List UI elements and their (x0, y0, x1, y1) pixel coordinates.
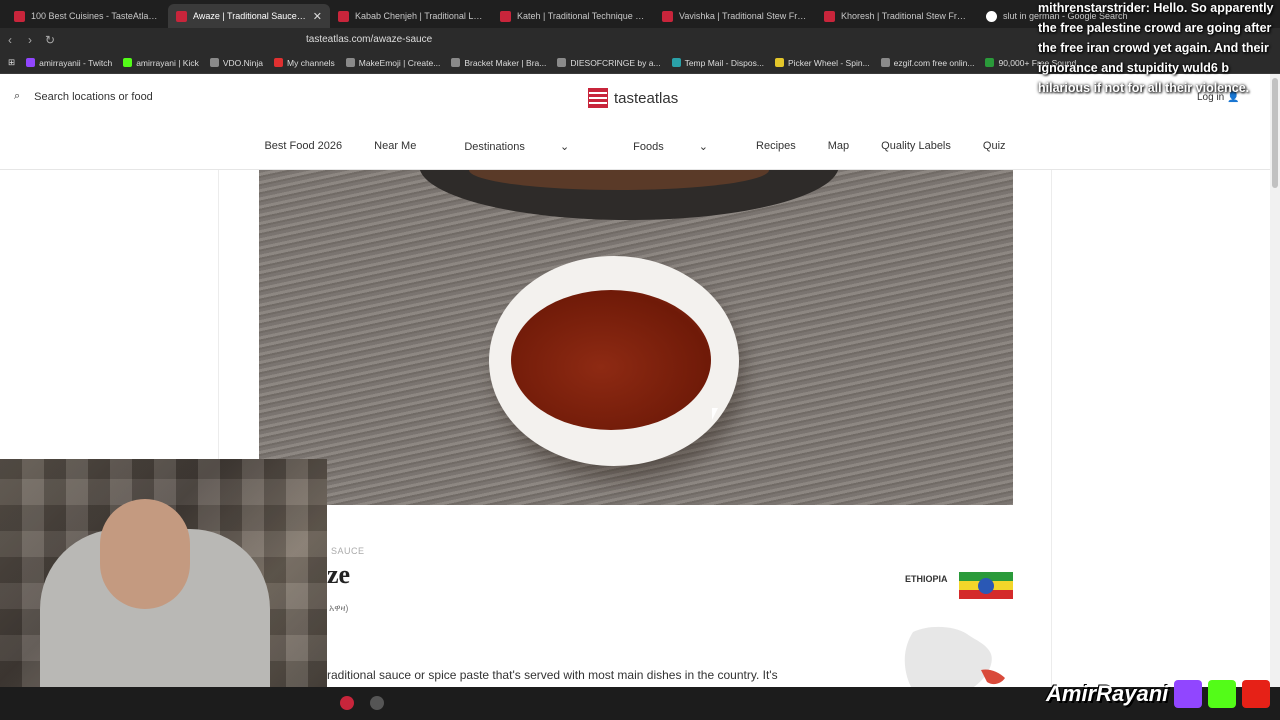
tasteatlas-favicon-icon (14, 10, 25, 22)
youtube-icon (274, 58, 284, 67)
nav-item-near-me[interactable]: Near Me (374, 140, 416, 153)
tab-title: Awaze | Traditional Sauce From (193, 11, 307, 21)
search-icon[interactable]: ⌕ (14, 90, 20, 103)
youtube-icon (1242, 680, 1271, 708)
bookmark-icon (985, 58, 995, 67)
close-tab-icon[interactable]: ✕ (313, 10, 322, 23)
kick-icon (123, 58, 133, 67)
site-logo[interactable]: tasteatlas (588, 88, 678, 108)
nav-item-quality-labels[interactable]: Quality Labels (881, 140, 951, 153)
bookmark-label: MakeEmoji | Create... (358, 57, 441, 68)
reload-icon[interactable]: ↻ (40, 33, 60, 47)
dish-description: raditional sauce or spice paste that's s… (327, 668, 778, 682)
main-nav: Best Food 2026 Near Me Destinations ⌄ Fo… (0, 140, 1270, 153)
bookmark-item[interactable]: DIESOFCRINGE by a... (557, 57, 661, 68)
url-field[interactable]: tasteatlas.com/awaze-sauce (276, 31, 996, 49)
tab-title: Kateh | Traditional Technique From G (517, 11, 646, 21)
bookmark-label: VDO.Ninja (222, 57, 264, 68)
dish-native-name: አዋዛ) (329, 603, 349, 613)
page-scrollbar[interactable] (1270, 74, 1280, 687)
tab-title: 100 Best Cuisines - TasteAtlas Award (31, 11, 160, 21)
google-favicon-icon (986, 10, 997, 22)
pin-icon[interactable] (340, 696, 354, 710)
apps-icon[interactable]: ⊞ (8, 57, 15, 68)
bookmark-item[interactable]: Picker Wheel - Spin... (774, 57, 870, 68)
bookmark-icon (209, 58, 219, 67)
nav-item-foods[interactable]: Foods ⌄ (617, 140, 724, 153)
tab-title: Vavishka | Traditional Stew From Gila (679, 11, 808, 21)
site-search[interactable]: ⌕ Search locations or food (14, 90, 153, 103)
nav-item-recipes[interactable]: Recipes (756, 140, 796, 153)
bookmark-label: ezgif.com free onlin... (893, 57, 975, 68)
bookmark-item[interactable]: Bracket Maker | Bra... (451, 58, 546, 68)
bookmark-label: My channels (287, 57, 335, 68)
bookmark-icon (345, 58, 355, 67)
dish-category: SAUCE (331, 546, 365, 556)
tab-title: Kabab Chenjeh | Traditional Lamb Di (355, 11, 484, 21)
bookmark-label: Picker Wheel - Spin... (787, 57, 870, 68)
dish-title: ze (327, 560, 351, 589)
bookmark-item[interactable]: My channels (274, 58, 335, 68)
bookmark-icon (451, 58, 461, 67)
twitch-icon (26, 58, 36, 67)
bookmark-label: amirrayani | Kick (136, 57, 199, 68)
bookmark-label: amirrayanii - Twitch (39, 57, 113, 68)
bookmark-icon (557, 58, 567, 67)
nav-item-destinations[interactable]: Destinations ⌄ (448, 140, 585, 153)
tasteatlas-favicon-icon (338, 10, 349, 22)
dish-country[interactable]: ETHIOPIA (905, 574, 948, 584)
bookmark-icon (880, 58, 890, 67)
logo-text: tasteatlas (614, 89, 679, 107)
nav-item-map[interactable]: Map (828, 140, 849, 153)
africa-map-icon[interactable] (895, 624, 1015, 687)
bookmark-label: Bracket Maker | Bra... (464, 57, 547, 68)
twitch-icon (1174, 680, 1203, 708)
tab-title: Khoresh | Traditional Stew From Iran (841, 11, 970, 21)
tasteatlas-favicon-icon (176, 10, 187, 22)
bookmark-icon (774, 58, 784, 67)
forward-icon[interactable]: › (20, 33, 40, 47)
chevron-down-icon: ⌄ (698, 141, 709, 153)
webcam-overlay (0, 459, 327, 687)
nav-label: Foods (633, 141, 664, 153)
bookmark-item[interactable]: ezgif.com free onlin... (880, 57, 975, 68)
mouse-cursor-icon (712, 408, 718, 420)
sauce-shape (511, 290, 711, 430)
bookmark-label: Temp Mail - Dispos... (684, 57, 764, 68)
dish-content: SAUCE ze አዋዛ) raditional sauce or spice … (218, 170, 1052, 687)
bookmark-item[interactable]: amirrayani | Kick (123, 58, 199, 68)
nav-item-best-food[interactable]: Best Food 2026 (264, 140, 342, 153)
bookmark-item[interactable]: Temp Mail - Dispos... (671, 57, 764, 68)
browser-tab[interactable]: Kateh | Traditional Technique From G (492, 4, 654, 28)
bookmark-item[interactable]: VDO.Ninja (209, 57, 264, 68)
browser-tab[interactable]: Vavishka | Traditional Stew From Gila (654, 4, 816, 28)
browser-tab-active[interactable]: Awaze | Traditional Sauce From ✕ (168, 4, 330, 28)
nav-label: Destinations (464, 141, 525, 153)
bookmark-item[interactable]: MakeEmoji | Create... (345, 57, 441, 68)
browser-tab[interactable]: 100 Best Cuisines - TasteAtlas Award (6, 4, 168, 28)
chat-username: mithrenstarstrider (1038, 1, 1146, 15)
brand-name: AmirRayani (1046, 681, 1169, 706)
bookmark-icon (671, 58, 681, 67)
browser-tab[interactable]: Kabab Chenjeh | Traditional Lamb Di (330, 4, 492, 28)
nav-item-quiz[interactable]: Quiz (983, 140, 1006, 153)
chat-message: : Hello. So apparently the free palestin… (1038, 1, 1274, 95)
ethiopia-flag-icon[interactable] (959, 572, 1013, 599)
streamer-brand: AmirRayani (1046, 680, 1271, 708)
bookmark-label: DIESOFCRINGE by a... (570, 57, 661, 68)
back-icon[interactable]: ‹ (0, 33, 20, 47)
tasteatlas-favicon-icon (662, 10, 673, 22)
tasteatlas-favicon-icon (824, 10, 835, 22)
search-placeholder[interactable]: Search locations or food (34, 91, 153, 103)
dish-hero-image (259, 170, 1013, 505)
kick-icon (1208, 680, 1237, 708)
tasteatlas-logo-icon (588, 88, 608, 108)
bookmark-item[interactable]: amirrayanii - Twitch (26, 58, 112, 68)
chevron-down-icon: ⌄ (559, 141, 570, 153)
streamer-head (100, 499, 190, 609)
app-icon[interactable] (370, 696, 384, 710)
tasteatlas-favicon-icon (500, 10, 511, 22)
chat-overlay: mithrenstarstrider: Hello. So apparently… (1038, 0, 1278, 98)
browser-tab[interactable]: Khoresh | Traditional Stew From Iran (816, 4, 978, 28)
